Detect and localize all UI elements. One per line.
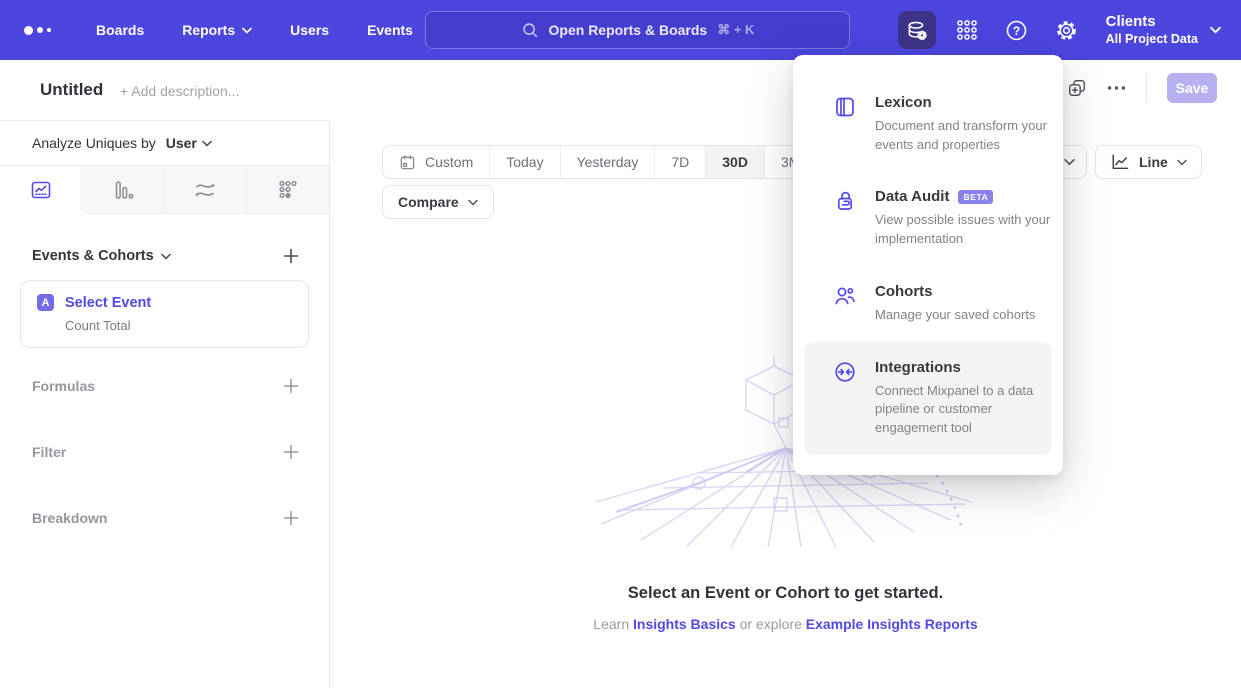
add-formula-button[interactable] [283, 378, 299, 394]
menu-item-cohorts[interactable]: Cohorts Manage your saved cohorts [805, 266, 1051, 342]
svg-text:?: ? [1013, 23, 1020, 37]
analyze-label: Analyze Uniques by [32, 135, 156, 151]
database-gear-icon [905, 19, 928, 42]
date-range-today[interactable]: Today [489, 146, 559, 178]
add-filter-button[interactable] [283, 444, 299, 460]
chevron-down-icon [1064, 158, 1075, 166]
save-button[interactable]: Save [1167, 73, 1217, 103]
help-icon: ? [1005, 19, 1028, 42]
empty-state-heading: Select an Event or Cohort to get started… [628, 584, 943, 603]
tab-metric[interactable] [247, 166, 329, 214]
series-badge: A [37, 294, 54, 311]
tab-bar-chart[interactable] [82, 166, 164, 214]
date-range-30d[interactable]: 30D [705, 146, 764, 178]
chevron-down-icon [161, 253, 171, 260]
lexicon-book-icon [833, 95, 857, 119]
report-description-field[interactable]: + Add description... [120, 83, 239, 99]
chevron-down-icon [468, 199, 478, 206]
cohorts-users-icon [833, 284, 857, 308]
analyze-row: Analyze Uniques by User [0, 121, 329, 166]
menu-item-integrations[interactable]: Integrations Connect Mixpanel to a data … [805, 342, 1051, 455]
search-shortcut: ⌘ + K [717, 22, 754, 38]
add-event-button[interactable] [283, 248, 299, 264]
formulas-section: Formulas [0, 378, 329, 394]
gear-icon [1055, 19, 1078, 42]
beta-badge: BETA [958, 190, 993, 205]
line-chart-tab-icon [29, 178, 53, 202]
menu-item-data-audit[interactable]: Data Audit BETA View possible issues wit… [805, 171, 1051, 265]
apps-grid-button[interactable] [948, 11, 986, 49]
integrations-sync-icon [833, 360, 857, 384]
data-audit-lock-icon [833, 189, 857, 213]
date-range-7d[interactable]: 7D [654, 146, 705, 178]
add-breakdown-button[interactable] [283, 510, 299, 526]
top-navbar: Boards Reports Users Events Open Reports… [0, 0, 1241, 60]
line-chart-icon [1110, 153, 1130, 171]
nav-item-reports[interactable]: Reports [182, 22, 252, 38]
settings-button[interactable] [1048, 11, 1086, 49]
search-icon [521, 21, 539, 39]
project-scope: All Project Data [1106, 32, 1198, 48]
empty-state-links: Learn Insights Basics or explore Example… [593, 616, 977, 632]
nav-item-users[interactable]: Users [290, 22, 329, 38]
plus-icon [283, 248, 299, 264]
filter-section: Filter [0, 444, 329, 460]
plus-icon [283, 444, 299, 460]
chevron-down-icon [202, 140, 212, 147]
filter-label: Filter [32, 444, 66, 460]
menu-item-lexicon[interactable]: Lexicon Document and transform your even… [805, 77, 1051, 171]
mixpanel-app: Boards Reports Users Events Open Reports… [0, 0, 1241, 688]
ellipsis-icon [1107, 85, 1126, 91]
date-range-yesterday[interactable]: Yesterday [560, 146, 655, 178]
bar-chart-tab-icon [111, 178, 135, 202]
empty-state: Select an Event or Cohort to get started… [330, 352, 1241, 632]
plus-icon [283, 378, 299, 394]
header-divider [1146, 74, 1147, 102]
project-selector[interactable]: Clients All Project Data [1106, 13, 1221, 47]
select-event-button[interactable]: Select Event [65, 295, 151, 311]
nav-item-boards[interactable]: Boards [96, 22, 144, 38]
tab-line-chart[interactable] [0, 166, 82, 214]
data-management-popover: Lexicon Document and transform your even… [793, 55, 1063, 475]
project-name: Clients [1106, 13, 1198, 32]
breakdown-section: Breakdown [0, 510, 329, 526]
nav-right-cluster: ? Clients All Project Data [898, 0, 1221, 60]
event-row-card[interactable]: A Select Event Count Total [20, 280, 309, 348]
count-type-selector[interactable]: Count Total [65, 318, 292, 333]
grid-dots-icon [955, 18, 979, 42]
date-range-custom[interactable]: Custom [383, 146, 489, 178]
query-builder-sidebar: Analyze Uniques by User [0, 120, 330, 688]
help-button[interactable]: ? [998, 11, 1036, 49]
formulas-label: Formulas [32, 378, 95, 394]
metric-tab-icon [276, 178, 300, 202]
chevron-down-icon [242, 27, 252, 34]
chevron-down-icon [1210, 26, 1221, 34]
plus-icon [283, 510, 299, 526]
search-input[interactable]: Open Reports & Boards ⌘ + K [425, 11, 850, 49]
analyze-entity-dropdown[interactable]: User [166, 135, 212, 151]
example-reports-link[interactable]: Example Insights Reports [806, 616, 978, 632]
duplicate-icon [1067, 78, 1087, 98]
nav-item-events[interactable]: Events [367, 22, 413, 38]
search-placeholder: Open Reports & Boards [549, 22, 708, 38]
flow-tab-icon [193, 178, 217, 202]
data-management-button[interactable] [898, 11, 936, 49]
events-cohorts-toggle[interactable]: Events & Cohorts [32, 248, 171, 264]
report-title[interactable]: Untitled [40, 80, 103, 100]
mixpanel-logo-icon[interactable] [24, 26, 68, 35]
chart-type-tabs [0, 166, 329, 214]
chevron-down-icon [1177, 159, 1187, 166]
insights-basics-link[interactable]: Insights Basics [633, 616, 736, 632]
calendar-icon [399, 154, 416, 171]
tab-flow-chart[interactable] [165, 166, 247, 214]
events-cohorts-header: Events & Cohorts [0, 248, 329, 264]
compare-dropdown[interactable]: Compare [382, 185, 494, 219]
header-actions: Save [1067, 73, 1217, 103]
duplicate-button[interactable] [1067, 78, 1087, 98]
more-options-button[interactable] [1107, 85, 1126, 91]
main-nav: Boards Reports Users Events [96, 22, 413, 38]
chart-type-dropdown[interactable]: Line [1095, 145, 1202, 179]
breakdown-label: Breakdown [32, 510, 107, 526]
